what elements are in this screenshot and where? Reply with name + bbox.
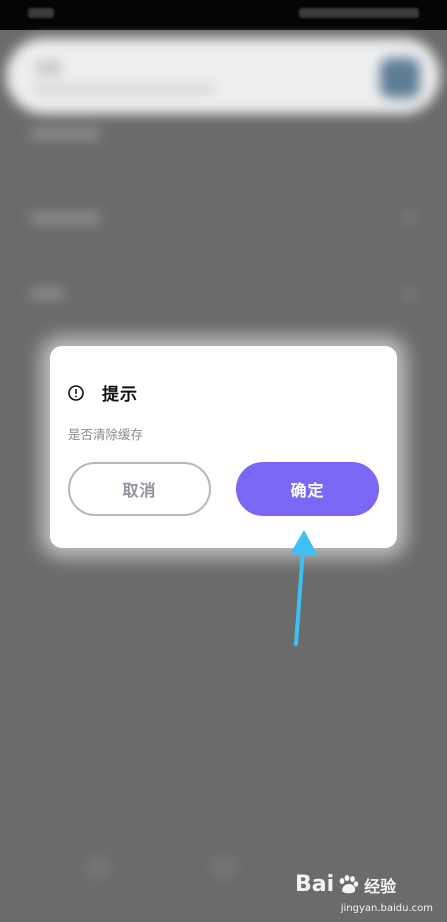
bottom-nav-icon — [212, 856, 236, 878]
notification-card: 消息 — [6, 38, 440, 114]
notification-thumbnail — [380, 58, 420, 98]
chevron-right-icon — [405, 288, 415, 300]
confirm-button[interactable]: 确定 — [236, 462, 379, 516]
clear-cache-dialog: 提示 是否清除缓存 取消 确定 — [50, 346, 397, 548]
paw-icon — [339, 874, 359, 893]
settings-row — [30, 212, 100, 224]
settings-row — [30, 128, 100, 140]
status-bar — [0, 0, 447, 30]
bottom-nav-icon — [86, 856, 110, 878]
watermark-logo-text: Bai — [295, 872, 335, 897]
notification-subtitle — [34, 86, 214, 92]
dialog-title: 提示 — [102, 385, 138, 405]
dialog-header: 提示 — [68, 380, 138, 405]
notification-title: 消息 — [34, 61, 62, 77]
annotation-arrow-icon — [290, 530, 318, 646]
dialog-message: 是否清除缓存 — [68, 427, 144, 442]
watermark-url: jingyan.baidu.com — [340, 903, 433, 914]
info-circle-icon — [68, 384, 84, 401]
watermark-logo-suffix: 经验 — [364, 876, 397, 896]
chevron-right-icon — [405, 212, 415, 224]
baidu-jingyan-watermark: Bai 经验 jingyan.baidu.com — [295, 870, 435, 914]
cancel-button[interactable]: 取消 — [68, 462, 211, 516]
settings-row — [30, 288, 64, 300]
status-icons — [299, 8, 419, 18]
watermark-logo: Bai 经验 — [295, 872, 396, 897]
status-time — [28, 8, 54, 18]
